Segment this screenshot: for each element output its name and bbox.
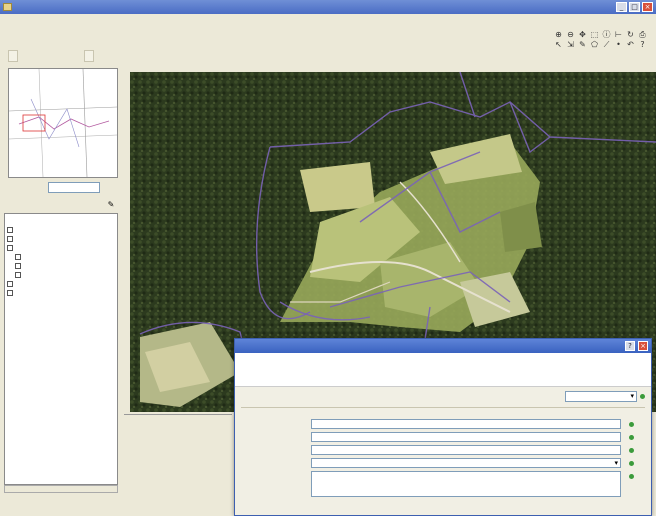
layers-header: ✎ (8, 198, 118, 212)
form-row (243, 419, 639, 430)
form-row (243, 458, 639, 469)
tree-item[interactable] (7, 225, 115, 234)
text-field[interactable] (311, 432, 621, 442)
valid-indicator-icon (629, 474, 634, 479)
main-toolbar: ⊕ ⊖ ✥ ⬚ ⓘ ⊢ ↻ ⎙ ↖ ⇲ ✎ ⬠ ⟋ • ↶ ? (0, 26, 656, 49)
secondary-toolbar (0, 48, 656, 64)
text-area[interactable] (311, 471, 621, 497)
checkbox-icon[interactable] (7, 289, 13, 296)
help-button[interactable]: ? (625, 341, 635, 351)
magnifier-plus-icon[interactable]: ⊕ (553, 30, 564, 39)
maximize-button[interactable]: □ (629, 2, 640, 12)
select-icon[interactable]: ⬚ (589, 30, 600, 39)
valid-indicator-icon (629, 422, 634, 427)
dialog-titlebar: ? × (235, 339, 651, 353)
text-field[interactable] (311, 419, 621, 429)
menu-bar (0, 14, 656, 26)
tree-item[interactable] (7, 243, 115, 252)
zoom-row (8, 182, 118, 194)
layer-tree (4, 213, 118, 485)
text-field[interactable] (311, 445, 621, 455)
valid-indicator-icon (629, 461, 634, 466)
horizontal-scrollbar[interactable] (4, 485, 118, 493)
tree-item[interactable] (7, 216, 115, 225)
close-button[interactable]: × (642, 2, 653, 12)
tree-item[interactable] (7, 252, 115, 261)
tree-item[interactable] (7, 234, 115, 243)
dialog-close-button[interactable]: × (638, 341, 648, 351)
dialog-select[interactable] (565, 391, 637, 402)
minimize-button[interactable]: _ (616, 2, 627, 12)
valid-indicator-icon (629, 448, 634, 453)
form-row (243, 471, 639, 497)
magnifier-minus-icon[interactable]: ⊖ (565, 30, 576, 39)
checkbox-icon[interactable] (7, 244, 13, 251)
checkbox-icon[interactable] (15, 271, 21, 278)
pin-icon[interactable]: ✎ (106, 200, 116, 210)
checkbox-icon[interactable] (15, 253, 21, 260)
window-titlebar: _ □ × (0, 0, 656, 14)
pan-icon[interactable]: ✥ (577, 30, 588, 39)
overview-map[interactable] (8, 68, 118, 178)
attribute-dialog: ? × (234, 338, 652, 516)
app-icon (3, 3, 12, 11)
checkbox-icon[interactable] (7, 235, 13, 242)
checkbox-icon[interactable] (7, 226, 13, 233)
tree-item[interactable] (7, 270, 115, 279)
divider (241, 407, 645, 408)
checkbox-icon[interactable] (15, 262, 21, 269)
info-icon[interactable]: ⓘ (601, 30, 612, 39)
refresh-icon[interactable]: ↻ (625, 30, 636, 39)
measure-icon[interactable]: ⊢ (613, 30, 624, 39)
form-row (243, 432, 639, 443)
tool-icon-grid: ⊕ ⊖ ✥ ⬚ ⓘ ⊢ ↻ ⎙ ↖ ⇲ ✎ ⬠ ⟋ • ↶ ? (553, 30, 648, 49)
status-dot-icon (640, 394, 645, 399)
coordinate-panel (124, 414, 232, 486)
tree-item[interactable] (7, 279, 115, 288)
checkbox-icon[interactable] (7, 280, 13, 287)
toolbar-button-2[interactable] (84, 50, 94, 62)
dialog-header (235, 353, 651, 387)
print-icon[interactable]: ⎙ (637, 30, 648, 39)
combo-field[interactable] (311, 458, 621, 468)
form-row (243, 445, 639, 456)
toolbar-button-1[interactable] (8, 50, 18, 62)
valid-indicator-icon (629, 435, 634, 440)
tree-item[interactable] (7, 261, 115, 270)
tree-item[interactable] (7, 288, 115, 297)
zoom-input[interactable] (48, 182, 100, 193)
